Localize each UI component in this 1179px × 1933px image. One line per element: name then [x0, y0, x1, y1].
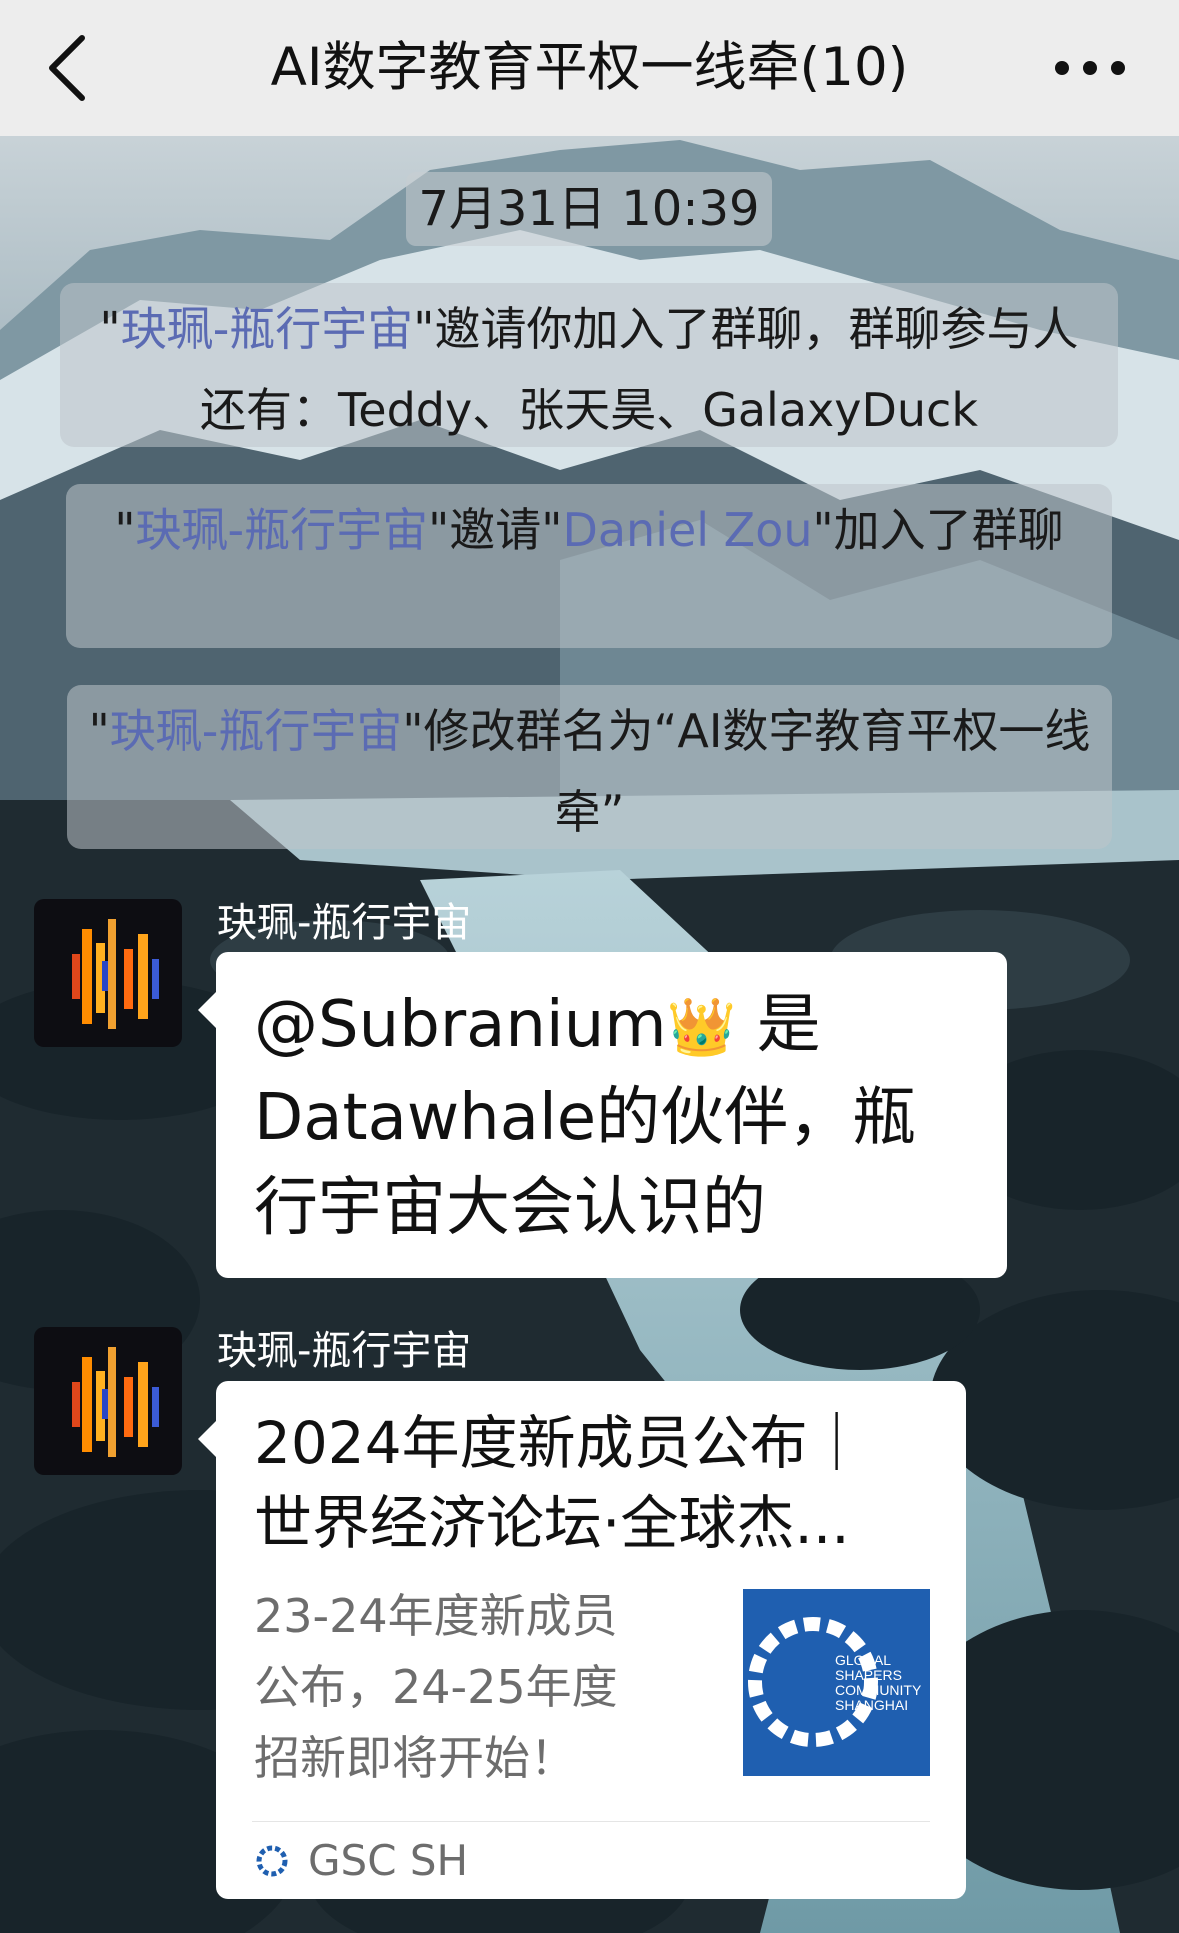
card-title-line: 2024年度新成员公布｜	[254, 1409, 866, 1477]
link-card-bubble[interactable]: 2024年度新成员公布｜ 世界经济论坛·全球杰... 23-24年度新成员 公布…	[198, 1381, 966, 1899]
waveform-avatar-image	[34, 1327, 182, 1475]
sender-avatar[interactable]	[34, 899, 182, 1047]
invitee-link[interactable]: Daniel Zou	[562, 503, 812, 557]
more-button[interactable]	[1050, 48, 1130, 88]
chat-title: AI数字教育平权一线牵(10)	[270, 37, 909, 98]
source-logo-icon	[256, 1845, 288, 1877]
sender-name: 玦珮-瓶行宇宙	[217, 1328, 472, 1374]
card-thumbnail-logo: GLOBAL SHAPERS COMMUNITY SHANGHAI	[743, 1589, 930, 1776]
notice-text: "加入了群聊	[812, 503, 1064, 557]
inviter-link[interactable]: 玦珮-瓶行宇宙	[121, 302, 414, 356]
logo-text: SHANGHAI	[835, 1697, 908, 1713]
notice-text: "	[99, 302, 121, 356]
logo-text: SHAPERS	[835, 1667, 902, 1683]
sender-name: 玦珮-瓶行宇宙	[217, 900, 472, 946]
notice-text: "	[114, 503, 136, 557]
notice-text: "	[88, 704, 110, 758]
inviter-link[interactable]: 玦珮-瓶行宇宙	[136, 503, 429, 557]
card-desc-line: 招新即将开始！	[254, 1731, 576, 1785]
system-notice-rename: "玦珮-瓶行宇宙"修改群名为“AI数字教育平权一线牵”	[67, 685, 1112, 849]
system-notice-invite-member: "玦珮-瓶行宇宙"邀请"Daniel Zou"加入了群聊	[66, 484, 1112, 648]
waveform-avatar-image	[34, 899, 182, 1047]
card-title: 2024年度新成员公布｜ 世界经济论坛·全球杰...	[254, 1403, 924, 1563]
card-source-name: GSC SH	[308, 1836, 469, 1885]
card-desc-line: 23-24年度新成员	[254, 1589, 618, 1643]
global-shapers-logo: GLOBAL SHAPERS COMMUNITY SHANGHAI	[743, 1589, 930, 1776]
message-text: @Subranium	[254, 988, 667, 1062]
notice-text: "修改群名为“AI数字教育平权一线牵”	[402, 704, 1091, 839]
card-description: 23-24年度新成员 公布，24-25年度 招新即将开始！	[254, 1581, 654, 1794]
logo-text: COMMUNITY	[835, 1682, 922, 1698]
card-title-line: 世界经济论坛·全球杰...	[254, 1489, 850, 1557]
notice-text: "邀请"	[428, 503, 563, 557]
chat-header: AI数字教育平权一线牵(10)	[0, 0, 1179, 136]
more-dots-icon	[1055, 61, 1125, 75]
inviter-link[interactable]: 玦珮-瓶行宇宙	[110, 704, 403, 758]
crown-emoji-icon: 👑	[666, 995, 737, 1060]
sender-avatar[interactable]	[34, 1327, 182, 1475]
card-divider	[252, 1821, 930, 1822]
message-timestamp: 7月31日 10:39	[406, 172, 772, 246]
logo-text: GLOBAL	[835, 1652, 891, 1668]
chevron-left-icon	[49, 35, 85, 101]
back-button[interactable]	[40, 30, 100, 106]
message-bubble[interactable]: @Subranium👑 是Datawhale的伙伴，瓶行宇宙大会认识的	[198, 952, 1007, 1278]
card-desc-line: 公布，24-25年度	[254, 1660, 618, 1714]
system-notice-invite: "玦珮-瓶行宇宙"邀请你加入了群聊，群聊参与人还有：Teddy、张天昊、Gala…	[60, 283, 1118, 447]
